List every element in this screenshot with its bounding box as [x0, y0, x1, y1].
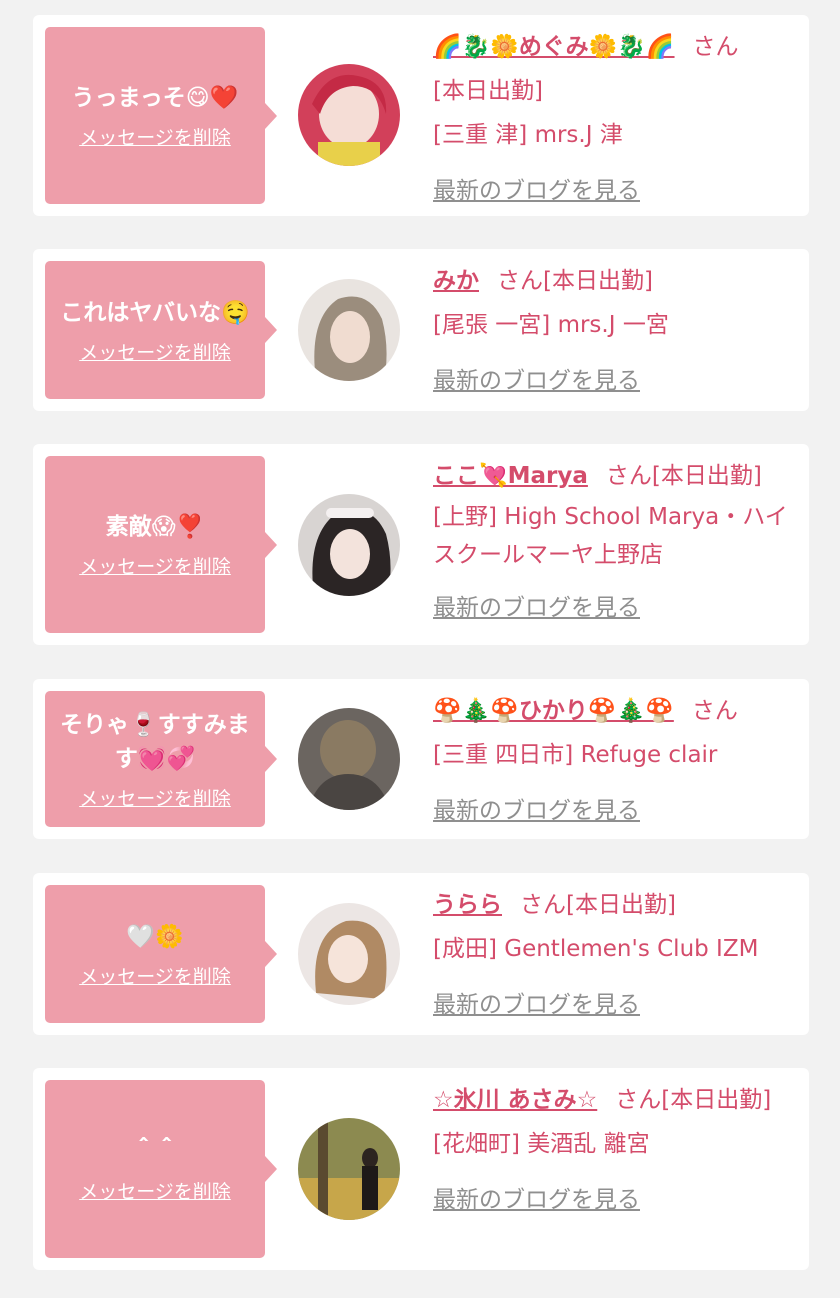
honorific: さん: [605, 463, 652, 489]
message-text: うっまっそ😋❤️: [71, 85, 239, 111]
message-card: 素敵😱❣️ メッセージを削除 ここ💘Marya さん[本日出勤] [上野] Hig…: [33, 444, 809, 645]
cast-info: 🌈🐉🌼めぐみ🌼🐉🌈 さん [本日出勤] [三重 津] mrs.J 津 最新のブログ…: [433, 25, 795, 213]
message-bubble: 🤍🌼 メッセージを削除: [45, 885, 277, 1023]
message-card: 🤍🌼 メッセージを削除 うらら さん[本日出勤] [成田] Gentlemen's…: [33, 873, 809, 1035]
status-badge: [本日出勤]: [566, 892, 676, 918]
honorific: さん: [692, 34, 739, 60]
message-bubble: うっまっそ😋❤️ メッセージを削除: [45, 27, 277, 204]
message-card: うっまっそ😋❤️ メッセージを削除 🌈🐉🌼めぐみ🌼🐉🌈 さん [本日出勤] [三重…: [33, 15, 809, 216]
shop-name: [成田] Gentlemen's Club IZM: [433, 936, 759, 962]
message-bubble: ＾＾ メッセージを削除: [45, 1080, 277, 1258]
avatar[interactable]: [298, 1118, 400, 1220]
message-bubble: これはヤバいな🤤 メッセージを削除: [45, 261, 277, 399]
shop-name: [花畑町] 美酒乱 離宮: [433, 1131, 650, 1157]
cast-info: ☆氷川 あさみ☆ さん[本日出勤] [花畑町] 美酒乱 離宮 最新のブログを見る: [433, 1078, 795, 1222]
avatar[interactable]: [298, 279, 400, 381]
latest-blog-link[interactable]: 最新のブログを見る: [433, 1178, 795, 1222]
message-bubble: そりゃ🍷すすみます💓💞 メッセージを削除: [45, 691, 277, 827]
cast-info: ここ💘Marya さん[本日出勤] [上野] High School Marya・…: [433, 454, 795, 630]
latest-blog-link[interactable]: 最新のブログを見る: [433, 789, 795, 833]
delete-message-link[interactable]: メッセージを削除: [79, 1177, 231, 1204]
cast-info: うらら さん[本日出勤] [成田] Gentlemen's Club IZM 最新…: [433, 883, 795, 1027]
honorific: さん: [497, 268, 543, 294]
cast-name-link[interactable]: うらら: [433, 892, 502, 918]
status-badge: [本日出勤]: [661, 1087, 772, 1113]
cast-name-link[interactable]: ここ💘Marya: [433, 463, 588, 489]
latest-blog-link[interactable]: 最新のブログを見る: [433, 586, 795, 630]
shop-name: [三重 津] mrs.J 津: [433, 122, 623, 148]
latest-blog-link[interactable]: 最新のブログを見る: [433, 359, 795, 403]
latest-blog-link[interactable]: 最新のブログを見る: [433, 983, 795, 1027]
cast-name-link[interactable]: みか: [433, 268, 479, 294]
cast-name-link[interactable]: 🌈🐉🌼めぐみ🌼🐉🌈: [433, 34, 675, 60]
message-card: そりゃ🍷すすみます💓💞 メッセージを削除 🍄🎄🍄ひかり🍄🎄🍄 さん [三重 四日市…: [33, 679, 809, 839]
delete-message-link[interactable]: メッセージを削除: [79, 552, 231, 579]
cast-info: 🍄🎄🍄ひかり🍄🎄🍄 さん [三重 四日市] Refuge clair 最新のブログ…: [433, 689, 795, 833]
honorific: さん: [691, 698, 738, 724]
delete-message-link[interactable]: メッセージを削除: [79, 962, 231, 989]
status-badge: [本日出勤]: [543, 268, 653, 294]
avatar[interactable]: [298, 708, 400, 810]
message-text: そりゃ🍷すすみます💓💞: [60, 711, 250, 772]
message-text: これはヤバいな🤤: [60, 299, 250, 326]
message-card: ＾＾ メッセージを削除 ☆氷川 あさみ☆ さん[本日出勤] [花畑町] 美酒乱 離…: [33, 1068, 809, 1270]
message-bubble: 素敵😱❣️ メッセージを削除: [45, 456, 277, 633]
status-badge: [本日出勤]: [433, 78, 543, 104]
message-card: これはヤバいな🤤 メッセージを削除 みか さん[本日出勤] [尾張 一宮] mrs…: [33, 249, 809, 411]
delete-message-link[interactable]: メッセージを削除: [79, 338, 231, 365]
cast-name-link[interactable]: 🍄🎄🍄ひかり🍄🎄🍄: [433, 698, 674, 724]
status-badge: [本日出勤]: [651, 463, 762, 489]
message-text: 素敵😱❣️: [105, 514, 205, 540]
delete-message-link[interactable]: メッセージを削除: [79, 123, 231, 150]
shop-name: [三重 四日市] Refuge clair: [433, 742, 718, 768]
cast-info: みか さん[本日出勤] [尾張 一宮] mrs.J 一宮 最新のブログを見る: [433, 259, 795, 403]
delete-message-link[interactable]: メッセージを削除: [79, 784, 231, 811]
cast-name-link[interactable]: ☆氷川 あさみ☆: [433, 1087, 597, 1113]
honorific: さん: [615, 1087, 662, 1113]
message-text: 🤍🌼: [126, 923, 184, 950]
latest-blog-link[interactable]: 最新のブログを見る: [433, 169, 795, 213]
shop-name: [上野] High School Marya・ハイスクールマーヤ上野店: [433, 504, 788, 568]
shop-name: [尾張 一宮] mrs.J 一宮: [433, 312, 669, 338]
avatar[interactable]: [298, 903, 400, 1005]
message-text: ＾＾: [132, 1138, 178, 1165]
honorific: さん: [520, 892, 566, 918]
avatar[interactable]: [298, 494, 400, 596]
avatar[interactable]: [298, 64, 400, 166]
